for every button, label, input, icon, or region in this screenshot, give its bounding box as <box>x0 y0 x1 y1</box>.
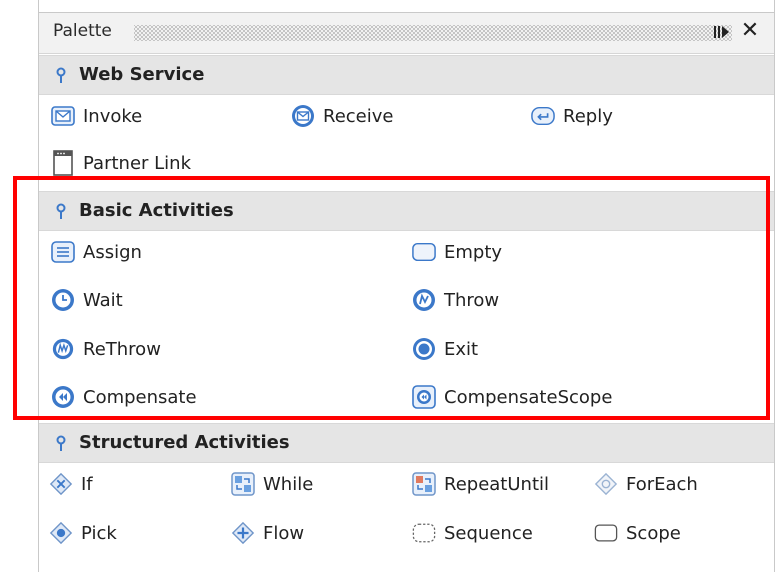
pin-icon[interactable] <box>55 203 67 225</box>
if-icon <box>49 472 73 496</box>
palette-item-compensate[interactable]: Compensate <box>51 381 197 413</box>
item-label: Wait <box>83 289 123 311</box>
category-label: Web Service <box>79 64 205 85</box>
item-label: RepeatUntil <box>444 473 550 495</box>
item-label: Flow <box>263 522 305 544</box>
compensate-scope-icon <box>412 385 436 409</box>
category-web-service[interactable]: Web Service <box>39 55 774 95</box>
category-basic-activities[interactable]: Basic Activities <box>39 191 774 231</box>
item-label: Scope <box>626 522 681 544</box>
compensate-icon <box>51 385 75 409</box>
item-label: Sequence <box>444 522 533 544</box>
invoke-icon <box>51 104 75 128</box>
rethrow-icon <box>51 337 75 361</box>
receive-icon <box>291 104 315 128</box>
palette-titlebar[interactable]: Palette ✕ <box>39 12 774 54</box>
palette-item-sequence[interactable]: Sequence <box>412 517 533 549</box>
palette-title: Palette <box>53 21 112 41</box>
repeat-until-icon <box>412 472 436 496</box>
category-label: Basic Activities <box>79 200 234 221</box>
while-icon <box>231 472 255 496</box>
palette-item-scope[interactable]: Scope <box>594 517 681 549</box>
scope-icon <box>594 521 618 545</box>
palette-item-wait[interactable]: Wait <box>51 284 123 316</box>
palette-item-receive[interactable]: Receive <box>291 100 393 132</box>
item-label: While <box>263 473 314 495</box>
item-label: Reply <box>563 105 613 127</box>
reply-icon <box>531 104 555 128</box>
item-label: Invoke <box>83 105 143 127</box>
sequence-icon <box>412 521 436 545</box>
item-label: Pick <box>81 522 117 544</box>
assign-icon <box>51 240 75 264</box>
item-label: ReThrow <box>83 338 161 360</box>
palette-item-flow[interactable]: Flow <box>231 517 304 549</box>
dock-icon[interactable] <box>711 21 733 43</box>
item-label: Empty <box>444 241 503 263</box>
item-label: Assign <box>83 241 142 263</box>
category-label: Structured Activities <box>79 432 290 453</box>
wait-icon <box>51 288 75 312</box>
palette-panel: Palette ✕ Web Service Invoke Receive Rep… <box>38 0 775 572</box>
item-label: Throw <box>444 289 500 311</box>
palette-item-exit[interactable]: Exit <box>412 333 478 365</box>
palette-item-pick[interactable]: Pick <box>49 517 117 549</box>
palette-item-repeat-until[interactable]: RepeatUntil <box>412 468 549 500</box>
palette-item-assign[interactable]: Assign <box>51 236 142 268</box>
palette-item-reply[interactable]: Reply <box>531 100 613 132</box>
close-icon[interactable]: ✕ <box>739 18 761 43</box>
pin-icon[interactable] <box>55 435 67 457</box>
palette-item-if[interactable]: If <box>49 468 93 500</box>
palette-item-invoke[interactable]: Invoke <box>51 100 142 132</box>
item-label: Compensate <box>83 386 197 408</box>
item-label: ForEach <box>626 473 698 495</box>
item-label: Receive <box>323 105 394 127</box>
exit-icon <box>412 337 436 361</box>
category-structured-activities[interactable]: Structured Activities <box>39 423 774 463</box>
flow-icon <box>231 521 255 545</box>
palette-item-throw[interactable]: Throw <box>412 284 499 316</box>
item-label: CompensateScope <box>444 386 613 408</box>
partner-link-icon <box>51 150 75 176</box>
palette-item-foreach[interactable]: ForEach <box>594 468 698 500</box>
pick-icon <box>49 521 73 545</box>
throw-icon <box>412 288 436 312</box>
palette-item-partner-link[interactable]: Partner Link <box>51 147 191 179</box>
palette-item-empty[interactable]: Empty <box>412 236 502 268</box>
item-label: If <box>81 473 93 495</box>
item-label: Exit <box>444 338 479 360</box>
palette-item-compensate-scope[interactable]: CompensateScope <box>412 381 612 413</box>
empty-icon <box>412 240 436 264</box>
foreach-icon <box>594 472 618 496</box>
palette-item-while[interactable]: While <box>231 468 313 500</box>
drag-grip[interactable] <box>134 25 732 41</box>
pin-icon[interactable] <box>55 67 67 89</box>
palette-item-rethrow[interactable]: ReThrow <box>51 333 161 365</box>
item-label: Partner Link <box>83 152 191 174</box>
